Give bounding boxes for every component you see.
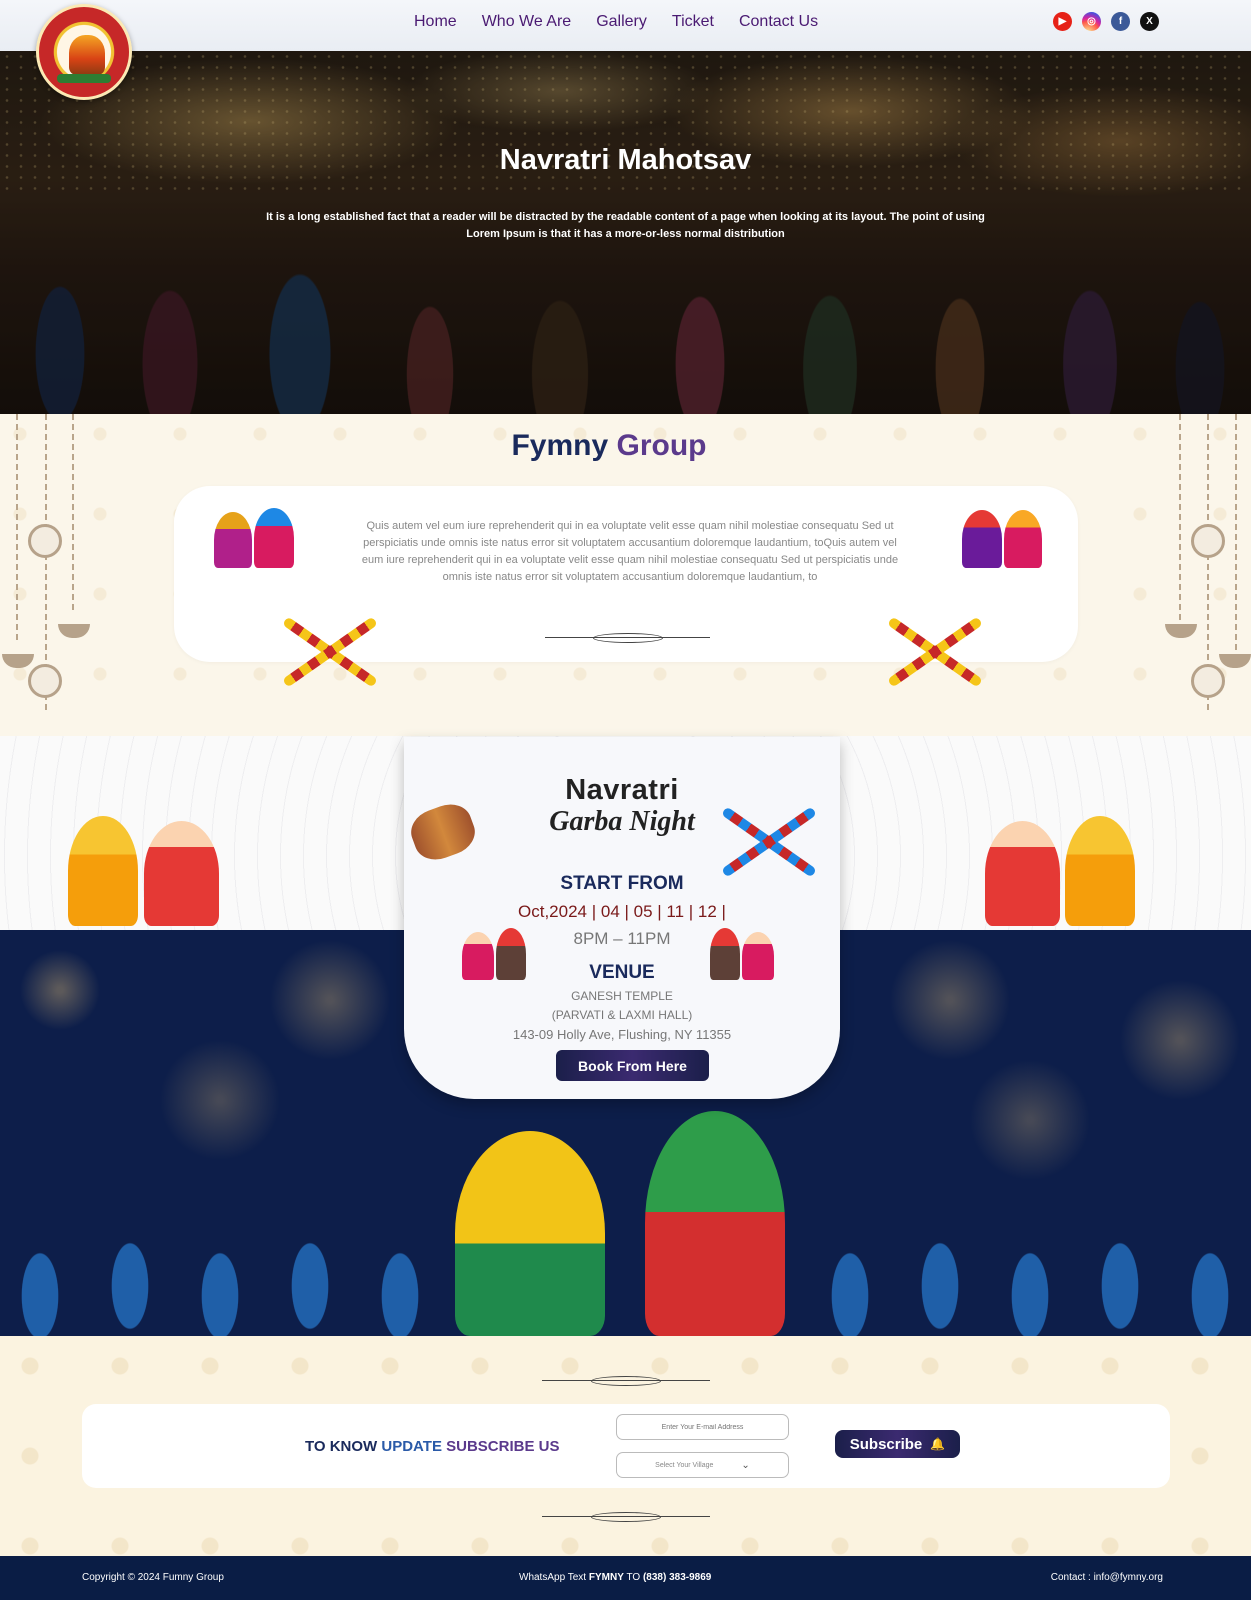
nav-gallery[interactable]: Gallery: [596, 11, 647, 33]
copyright: Copyright © 2024 Fumny Group: [82, 1572, 224, 1583]
oil-lamp: [1165, 624, 1197, 638]
heading-part: UPDATE: [381, 1438, 447, 1455]
whatsapp-keyword: FYMNY: [588, 1572, 624, 1583]
title-part-group: Group: [616, 429, 707, 462]
garba-dancers-illustration: [958, 500, 1048, 570]
divider-flourish: [591, 1376, 661, 1386]
dancer-figure: [254, 508, 294, 568]
email-input[interactable]: [616, 1414, 789, 1440]
site-header: Home Who We Are Gallery Ticket Contact U…: [0, 0, 1251, 51]
nav-home[interactable]: Home: [414, 11, 457, 33]
venue-name: GANESH TEMPLE: [571, 989, 673, 1003]
dancer-figure: [68, 816, 138, 926]
diya-ornament: [28, 664, 62, 698]
bell-icon: 🔔: [930, 1437, 946, 1451]
chain: [1235, 414, 1237, 654]
event-title: Navratri: [565, 774, 679, 806]
nav-contact-us[interactable]: Contact Us: [739, 11, 818, 33]
diya-ornament: [1191, 524, 1225, 558]
youtube-icon[interactable]: ▶: [1053, 12, 1072, 31]
site-footer: Copyright © 2024 Fumny Group WhatsApp Te…: [0, 1556, 1251, 1600]
logo-ribbon: [57, 74, 111, 83]
heading-part: TO KNOW: [305, 1438, 382, 1455]
dancer-figure: [962, 510, 1002, 568]
subscribe-section: TO KNOW UPDATE SUBSCRIBE US Select Your …: [0, 1336, 1251, 1556]
whatsapp-prefix: WhatsApp Text: [519, 1572, 589, 1583]
whatsapp-info: WhatsApp Text FYMNY TO (838) 383-9869: [519, 1572, 711, 1583]
divider-flourish: [591, 1512, 661, 1522]
main-garba-dancers-illustration: [455, 1111, 795, 1336]
hero-title: Navratri Mahotsav: [499, 144, 752, 176]
event-subtitle: Garba Night: [549, 806, 695, 837]
instagram-icon[interactable]: ◎: [1082, 12, 1101, 31]
book-button[interactable]: Book From Here: [556, 1050, 709, 1081]
about-section: Fymny Group Quis autem vel eum iure repr…: [0, 414, 1251, 736]
site-logo[interactable]: [36, 4, 132, 100]
subscribe-heading: TO KNOW UPDATE SUBSCRIBE US: [305, 1438, 559, 1455]
chevron-down-icon: ⌄: [741, 1459, 750, 1471]
dancer-figure: [645, 1111, 785, 1336]
dancer-figure: [144, 821, 219, 926]
oil-lamp: [2, 654, 34, 668]
oil-lamp: [1219, 654, 1251, 668]
oil-lamp: [58, 624, 90, 638]
hero-banner: Navratri Mahotsav It is a long establish…: [0, 51, 1251, 414]
facebook-icon[interactable]: f: [1111, 12, 1130, 31]
dandiya-sticks-icon: [880, 602, 990, 702]
nav-who-we-are[interactable]: Who We Are: [482, 11, 572, 33]
event-dates: Oct,2024 | 04 | 05 | 11 | 12 |: [518, 902, 726, 921]
start-from-label: START FROM: [560, 873, 684, 894]
diya-ornament: [28, 524, 62, 558]
ornamental-divider: [542, 1512, 710, 1522]
dancing-couple-left: [68, 776, 228, 926]
subscribe-button-label: Subscribe: [849, 1435, 923, 1453]
venue-label: VENUE: [589, 962, 655, 983]
deity-emblem: [69, 35, 105, 75]
hero-subtitle: It is a long established fact that a rea…: [266, 211, 985, 240]
nav-ticket[interactable]: Ticket: [672, 11, 714, 33]
dancer-figure: [1065, 816, 1135, 926]
venue-hall: (PARVATI & LAXMI HALL): [551, 1008, 693, 1022]
dancer-figure: [985, 821, 1060, 926]
village-select[interactable]: Select Your Village ⌄: [616, 1452, 789, 1478]
diya-ornament: [1191, 664, 1225, 698]
section-title: Fymny Group: [0, 429, 1218, 463]
venue-address: 143-09 Holly Ave, Flushing, NY 11355: [512, 1027, 732, 1042]
contact-email[interactable]: Contact : info@fymny.org: [1051, 1572, 1163, 1583]
garba-dancers-illustration: [210, 500, 300, 570]
divider-flourish: [592, 633, 663, 643]
ornamental-divider: [542, 1376, 710, 1386]
title-part-fymny: Fymny: [511, 429, 609, 462]
whatsapp-to: TO: [623, 1572, 643, 1583]
event-details-card: Navratri Garba Night START FROM Oct,2024…: [404, 737, 840, 1099]
main-nav: Home Who We Are Gallery Ticket Contact U…: [414, 11, 843, 33]
social-links: ▶ ◎ f X: [1053, 12, 1159, 31]
whatsapp-number[interactable]: (838) 383-9869: [643, 1572, 711, 1583]
dancer-figure: [455, 1131, 605, 1336]
subscribe-button[interactable]: Subscribe 🔔: [835, 1430, 960, 1458]
ornamental-divider: [545, 633, 710, 643]
dancer-figure: [1004, 510, 1042, 568]
heading-part: SUBSCRIBE US: [446, 1438, 560, 1455]
about-text: Quis autem vel eum iure reprehenderit qu…: [361, 520, 899, 583]
dancer-figure: [214, 512, 252, 568]
village-select-label: Select Your Village: [655, 1461, 714, 1469]
dandiya-sticks-icon: [275, 602, 385, 702]
dancing-couple-right: [985, 776, 1145, 926]
x-icon[interactable]: X: [1140, 12, 1159, 31]
